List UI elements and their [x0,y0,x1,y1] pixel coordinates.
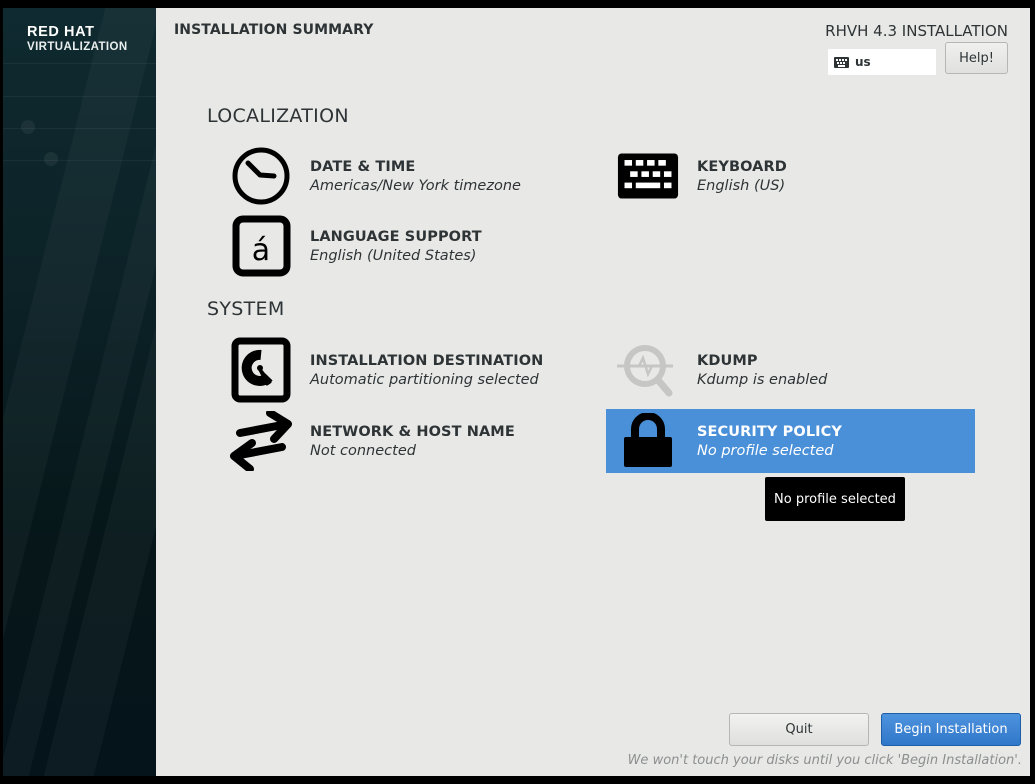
spoke-status: English (United States) [310,247,477,264]
page-title: INSTALLATION SUMMARY [174,22,374,38]
brand-logo: RED HAT VIRTUALIZATION [27,25,128,53]
harddisk-icon [230,337,292,403]
sidebar-decoration [3,160,156,161]
spoke-title: KEYBOARD [697,158,787,175]
tooltip: No profile selected [765,477,905,521]
spoke-security-policy[interactable]: SECURITY POLICY No profile selected [606,409,975,473]
spoke-title: INSTALLATION DESTINATION [310,352,544,369]
spoke-keyboard[interactable]: KEYBOARD English (US) [613,144,973,208]
help-button[interactable]: Help! [945,42,1008,74]
spoke-network-host-name[interactable]: NETWORK & HOST NAME Not connected [226,409,586,473]
spoke-status: Not connected [310,442,416,459]
svg-text:á: á [252,233,270,268]
sidebar-decoration [3,63,156,64]
spoke-status: Kdump is enabled [697,371,828,388]
sidebar-decoration [21,120,35,134]
spoke-title: DATE & TIME [310,158,416,175]
spoke-installation-destination[interactable]: INSTALLATION DESTINATION Automatic parti… [226,337,586,403]
brand-line-2: VIRTUALIZATION [27,40,128,53]
section-header-localization: LOCALIZATION [207,105,349,127]
brand-line-1: RED HAT [27,24,95,40]
spoke-title: NETWORK & HOST NAME [310,423,515,440]
keyboard-layout-label: us [855,55,871,69]
spoke-title: LANGUAGE SUPPORT [310,228,482,245]
keyboard-layout-indicator[interactable]: us [828,49,936,75]
spoke-status: Automatic partitioning selected [310,371,539,388]
spoke-status: Americas/New York timezone [310,177,521,194]
spoke-status: English (US) [697,177,786,194]
clock-icon [230,145,292,207]
lock-icon [617,410,679,472]
language-icon: á [230,215,292,277]
installer-window: RED HAT VIRTUALIZATION INSTALLATION SUMM… [3,8,1030,776]
main-content: INSTALLATION SUMMARY RHVH 4.3 INSTALLATI… [156,8,1030,776]
spoke-date-time[interactable]: DATE & TIME Americas/New York timezone [226,144,556,208]
sidebar-decoration [44,152,58,166]
spoke-language-support[interactable]: á LANGUAGE SUPPORT English (United State… [226,214,556,278]
section-header-system: SYSTEM [207,298,285,320]
keyboard-icon [834,56,849,68]
kdump-search-icon [617,339,679,401]
spoke-title: KDUMP [697,352,758,369]
quit-button[interactable]: Quit [729,713,869,746]
spoke-title: SECURITY POLICY [697,423,842,440]
spoke-status: No profile selected [697,442,834,459]
sidebar-decoration [3,96,156,97]
sidebar: RED HAT VIRTUALIZATION [3,8,156,776]
product-title: RHVH 4.3 INSTALLATION [825,22,1008,40]
footer-note: We won't touch your disks until you clic… [627,753,1022,768]
keyboard-icon [617,145,679,207]
begin-installation-button[interactable]: Begin Installation [881,713,1021,746]
network-arrows-icon [230,410,292,472]
spoke-kdump[interactable]: KDUMP Kdump is enabled [613,338,973,402]
